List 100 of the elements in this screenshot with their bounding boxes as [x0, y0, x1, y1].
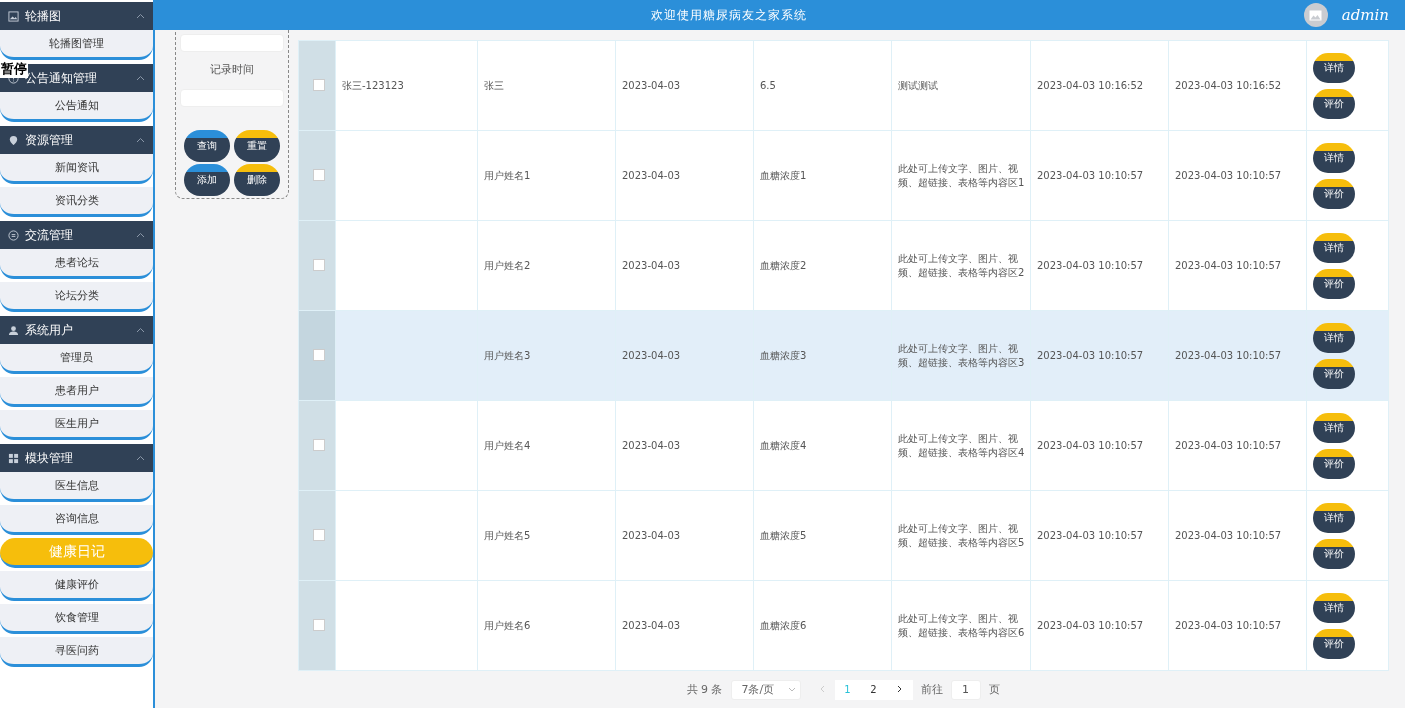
table-cell: 用户姓名2 — [484, 259, 531, 271]
sidebar-item[interactable]: 论坛分类 — [0, 282, 153, 312]
table-cell: 此处可上传文字、图片、视频、超链接、表格等内容区2 — [898, 252, 1025, 278]
table-cell: 2023-04-03 10:10:57 — [1037, 530, 1144, 541]
group-title: 系统用户 — [25, 321, 74, 339]
caret-icon — [136, 327, 145, 333]
table-cell: 此处可上传文字、图片、视频、超链接、表格等内容区6 — [898, 612, 1025, 638]
sidebar-item[interactable]: 咨询信息 — [0, 505, 153, 535]
table-cell: 2023-04-03 — [622, 440, 681, 451]
table-cell: 2023-04-03 10:10:57 — [1175, 440, 1282, 451]
table-cell: 用户姓名1 — [484, 169, 531, 181]
user-icon — [8, 324, 19, 336]
table-cell: 2023-04-03 10:10:57 — [1037, 350, 1144, 361]
sidebar-item[interactable]: 患者论坛 — [0, 249, 153, 279]
table-cell: 此处可上传文字、图片、视频、超链接、表格等内容区4 — [898, 432, 1025, 458]
table-cell: 2023-04-03 10:10:57 — [1175, 170, 1282, 181]
field-label: 记录时间 — [210, 62, 254, 77]
goto-page-field[interactable]: 1 — [950, 679, 981, 700]
action-button[interactable]: 重置 — [234, 130, 280, 162]
sidebar-item[interactable]: 寻医问药 — [0, 637, 153, 667]
row-action-button[interactable]: 评价 — [1313, 178, 1355, 209]
row-checkbox[interactable] — [312, 528, 325, 541]
row-action-button[interactable]: 详情 — [1313, 412, 1355, 443]
table-cell: 血糖浓度2 — [760, 259, 807, 271]
sidebar-group-header[interactable]: 资源管理 — [0, 126, 153, 154]
sidebar-item[interactable]: 新闻资讯 — [0, 154, 153, 184]
goto-label: 前往 — [920, 682, 943, 697]
window-title: 欢迎使用糖尿病友之家系统 — [650, 6, 809, 24]
table-cell: 血糖浓度1 — [760, 169, 807, 181]
table-cell: 2023-04-03 — [622, 260, 681, 271]
table-cell: 2023-04-03 10:10:57 — [1175, 620, 1282, 631]
row-action-button[interactable]: 详情 — [1313, 502, 1355, 533]
sidebar-item[interactable]: 公告通知 — [0, 92, 153, 122]
page-size-select[interactable]: 7条/页 — [730, 679, 801, 700]
row-action-button[interactable]: 详情 — [1313, 52, 1355, 83]
next-page-button[interactable] — [886, 679, 913, 700]
grid-icon — [8, 452, 19, 464]
table-cell: 此处可上传文字、图片、视频、超链接、表格等内容区1 — [898, 162, 1025, 188]
sidebar-item[interactable]: 管理员 — [0, 344, 153, 374]
image-icon — [8, 10, 19, 22]
row-checkbox[interactable] — [312, 348, 325, 361]
table-cell: 2023-04-03 — [622, 620, 681, 631]
sidebar-group-header[interactable]: 系统用户 — [0, 316, 153, 344]
row-checkbox[interactable] — [312, 438, 325, 451]
table-cell: 2023-04-03 10:10:57 — [1175, 530, 1282, 541]
row-checkbox[interactable] — [312, 618, 325, 631]
row-action-button[interactable]: 评价 — [1313, 88, 1355, 119]
action-button[interactable]: 删除 — [234, 164, 280, 196]
sidebar-item[interactable]: 医生信息 — [0, 472, 153, 502]
caret-icon — [136, 137, 145, 143]
row-checkbox[interactable] — [312, 78, 325, 91]
table-cell: 血糖浓度5 — [760, 529, 807, 541]
action-button[interactable]: 查询 — [184, 130, 230, 162]
row-checkbox[interactable] — [312, 258, 325, 271]
caret-icon — [136, 75, 145, 81]
caret-icon — [136, 13, 145, 19]
chevron-down-icon — [787, 687, 796, 692]
table-cell: 用户姓名3 — [484, 349, 531, 361]
table-cell: 2023-04-03 10:16:52 — [1175, 80, 1282, 91]
sidebar-item[interactable]: 医生用户 — [0, 410, 153, 440]
table-cell: 血糖浓度4 — [760, 439, 807, 451]
action-button[interactable]: 添加 — [184, 164, 230, 196]
row-action-button[interactable]: 详情 — [1313, 592, 1355, 623]
sidebar-item[interactable]: 健康评价 — [0, 571, 153, 601]
row-checkbox[interactable] — [312, 168, 325, 181]
row-action-button[interactable]: 详情 — [1313, 232, 1355, 263]
group-title: 模块管理 — [25, 449, 74, 467]
sidebar-group-header[interactable]: 模块管理 — [0, 444, 153, 472]
table-cell: 用户姓名4 — [484, 439, 531, 451]
page-button[interactable]: 2 — [860, 679, 887, 700]
sidebar-item[interactable]: 轮播图管理 — [0, 30, 153, 60]
table-cell: 2023-04-03 — [622, 170, 681, 181]
row-action-button[interactable]: 评价 — [1313, 538, 1355, 569]
table-cell: 血糖浓度6 — [760, 619, 807, 631]
table-cell: 2023-04-03 10:10:57 — [1037, 440, 1144, 451]
table-cell: 6.5 — [760, 80, 776, 91]
sidebar-group-header[interactable]: 轮播图 — [0, 2, 153, 30]
row-action-button[interactable]: 详情 — [1313, 322, 1355, 353]
table-cell: 2023-04-03 — [622, 350, 681, 361]
sidebar-item[interactable]: 患者用户 — [0, 377, 153, 407]
table-cell: 2023-04-03 10:10:57 — [1175, 350, 1282, 361]
table-cell: 用户姓名6 — [484, 619, 531, 631]
row-action-button[interactable]: 评价 — [1313, 268, 1355, 299]
row-action-button[interactable]: 详情 — [1313, 142, 1355, 173]
table-cell: 测试测试 — [898, 79, 938, 91]
table-cell: 2023-04-03 10:10:57 — [1175, 260, 1282, 271]
table-cell: 张三-123123 — [342, 79, 404, 91]
row-action-button[interactable]: 评价 — [1313, 358, 1355, 389]
caret-icon — [136, 455, 145, 461]
row-action-button[interactable]: 评价 — [1313, 628, 1355, 659]
table-cell: 2023-04-03 10:10:57 — [1037, 620, 1144, 631]
row-action-button[interactable]: 评价 — [1313, 448, 1355, 479]
table-cell: 此处可上传文字、图片、视频、超链接、表格等内容区3 — [898, 342, 1025, 368]
sidebar-group-header[interactable]: 交流管理 — [0, 221, 153, 249]
sidebar-item[interactable]: 资讯分类 — [0, 187, 153, 217]
chat-icon — [8, 229, 19, 241]
table-cell: 2023-04-03 — [622, 80, 681, 91]
chevron-left-icon — [818, 685, 825, 693]
avatar-image-icon[interactable] — [1303, 3, 1328, 27]
sidebar-item[interactable]: 饮食管理 — [0, 604, 153, 634]
